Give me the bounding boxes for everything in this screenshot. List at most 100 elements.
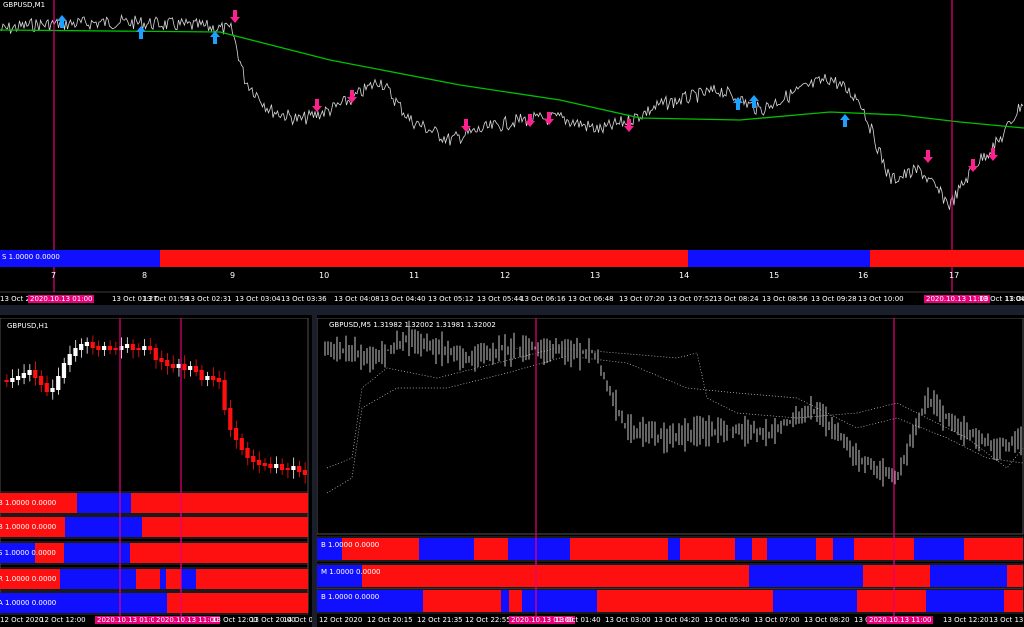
signal-strip-segment xyxy=(926,590,1004,612)
candle-body xyxy=(56,376,61,390)
time-label: 13 Oct 10:00 xyxy=(858,295,904,303)
candle-body xyxy=(61,363,67,378)
buy-arrow-icon xyxy=(136,26,146,39)
candle-body xyxy=(170,364,176,368)
candle-body xyxy=(147,346,153,350)
candle-body xyxy=(245,448,250,458)
candle-body xyxy=(67,354,72,365)
signal-strip-segment xyxy=(166,569,181,589)
time-label: 13 Oct 05:44 xyxy=(477,295,523,303)
candle-body xyxy=(199,370,204,380)
candle-body xyxy=(210,376,216,380)
candle-body xyxy=(251,456,256,462)
buy-arrow-icon xyxy=(749,95,759,108)
m1-price-line xyxy=(0,13,1024,210)
m5-price-chart[interactable] xyxy=(317,318,1024,627)
m1-strip-label: S 1.0000 0.0000 xyxy=(2,253,60,261)
strip-label: A 1.0000 0.0000 xyxy=(0,599,57,607)
time-label: 13 Oct 07:20 xyxy=(619,295,665,303)
candle-body xyxy=(176,364,181,368)
time-label: 13 Oct 12:20 xyxy=(943,616,989,624)
signal-strip-segment xyxy=(854,538,914,560)
candle-body xyxy=(268,464,273,468)
signal-strip-segment xyxy=(142,517,308,537)
candle-body xyxy=(279,464,285,470)
buy-arrow-icon xyxy=(840,114,850,127)
signal-strip-segment xyxy=(749,565,863,587)
signal-strip-segment xyxy=(597,590,773,612)
sell-arrow-icon xyxy=(347,90,357,103)
signal-strip-segment xyxy=(196,493,308,513)
bar-number-label: 10 xyxy=(319,271,330,280)
signal-strip-segment xyxy=(930,565,1007,587)
time-label: 13 Oct 03:04 xyxy=(235,295,281,303)
signal-strip-segment xyxy=(77,493,131,513)
candle-body xyxy=(233,428,239,440)
bar-number-label: 12 xyxy=(500,271,511,280)
m1-price-chart[interactable] xyxy=(0,0,1024,305)
chart-m5-panel[interactable]: GBPUSD,M5 1.31982 1.32002 1.31981 1.3200… xyxy=(317,318,1024,627)
time-label: 13 Oct 08:24 xyxy=(713,295,759,303)
candle-body xyxy=(50,388,55,392)
sell-arrow-icon xyxy=(624,119,634,132)
signal-strip-segment xyxy=(688,250,870,267)
candle-body xyxy=(228,408,233,430)
time-label: 13 Oct 05:12 xyxy=(428,295,474,303)
signal-strip-segment xyxy=(508,538,523,560)
signal-strip-segment xyxy=(509,590,522,612)
strip-label: S 1.0000 0.0000 xyxy=(0,549,56,557)
m5-chart-title: GBPUSD,M5 1.31982 1.32002 1.31981 1.3200… xyxy=(329,321,496,329)
time-label: 13 Oct 04:40 xyxy=(380,295,426,303)
time-label: 13 Oct 03:36 xyxy=(281,295,327,303)
bar-number-label: 14 xyxy=(679,271,690,280)
signal-strip-segment xyxy=(130,543,196,563)
chart-h1-panel[interactable]: GBPUSD,H1 B 1.0000 0.0000 B 1.0000 0.0000… xyxy=(0,318,312,627)
signal-strip-segment xyxy=(474,538,508,560)
signal-strip-segment xyxy=(1004,590,1023,612)
signal-strip-segment xyxy=(196,543,308,563)
sell-arrow-icon xyxy=(968,159,978,172)
strip-label: R 1.0000 0.0000 xyxy=(0,575,57,583)
top-panel-divider[interactable] xyxy=(0,305,1024,315)
bar-number-label: 16 xyxy=(858,271,869,280)
h1-chart-title: GBPUSD,H1 xyxy=(7,322,49,330)
time-label: 2020.10.13 01:00 xyxy=(28,295,95,303)
time-label: 13 Oct 06:16 xyxy=(520,295,566,303)
candle-body xyxy=(153,348,158,360)
candle-body xyxy=(193,366,199,372)
candle-body xyxy=(73,348,78,356)
strip-label: B 1.0000 0.0000 xyxy=(0,499,57,507)
strip-label: B 1.0000 0.0000 xyxy=(321,593,380,601)
time-label: 13 Oct 01:59 xyxy=(143,295,189,303)
time-label: 13 Oct 04:20 xyxy=(654,616,700,624)
signal-strip-segment xyxy=(181,569,196,589)
signal-strip-segment xyxy=(60,569,136,589)
bar-number-label: 17 xyxy=(949,271,960,280)
time-label: 13 Oct 09:28 xyxy=(811,295,857,303)
candle-body xyxy=(79,344,84,350)
candle-body xyxy=(113,348,118,350)
signal-strip-segment xyxy=(1007,565,1023,587)
candle-body xyxy=(302,470,307,475)
signal-strip-segment xyxy=(131,493,196,513)
candle-body xyxy=(182,364,187,370)
candle-body xyxy=(297,466,302,472)
time-label: 13 Oct 05:40 xyxy=(704,616,750,624)
cloud-span-a xyxy=(326,347,1024,469)
time-label: 13 Oct 03:00 xyxy=(605,616,651,624)
chart-m1-panel[interactable]: GBPUSD,M1 S 1.0000 0.0000 7 8 9 10 11 12 13 14 1… xyxy=(0,0,1024,305)
signal-strip-segment xyxy=(735,538,752,560)
time-label: 13 Oct 08:20 xyxy=(804,616,850,624)
bar-number-label: 15 xyxy=(769,271,780,280)
candle-body xyxy=(274,464,279,468)
time-label: 13 Oct 08:56 xyxy=(762,295,808,303)
signal-strip-segment xyxy=(136,569,160,589)
signal-strip-segment xyxy=(857,590,926,612)
signal-strip-segment xyxy=(196,569,308,589)
time-label: 13 Oct 02:31 xyxy=(186,295,232,303)
candle-body xyxy=(96,346,101,350)
signal-strip-segment xyxy=(870,250,1024,267)
time-label: 13 Oct 07:52 xyxy=(668,295,714,303)
candle-body xyxy=(136,348,141,350)
time-label: 12 Oct 2020 xyxy=(319,616,363,624)
